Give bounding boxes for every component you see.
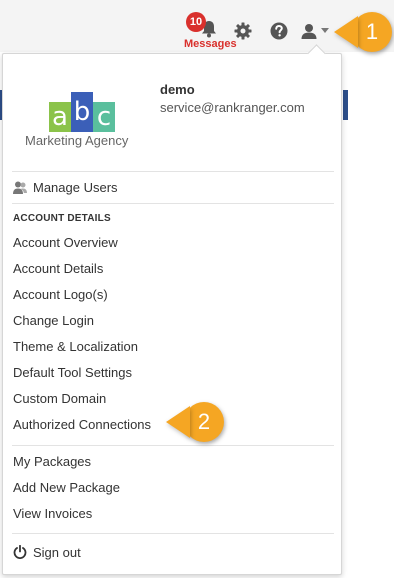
menu-item-manage-users[interactable]: Manage Users	[13, 177, 118, 197]
step-callout-1: 1	[334, 12, 392, 52]
logo-letter-a: a	[49, 102, 71, 132]
menu-item-my-packages[interactable]: My Packages	[13, 451, 91, 471]
logo-letter-b: b	[71, 92, 93, 132]
messages-label[interactable]: Messages	[184, 38, 237, 50]
settings-button[interactable]	[232, 20, 254, 42]
menu-item-label: Sign out	[33, 544, 81, 560]
menu-item-view-invoices[interactable]: View Invoices	[13, 503, 92, 523]
menu-item-default-tool-settings[interactable]: Default Tool Settings	[13, 362, 132, 382]
menu-divider	[12, 445, 334, 446]
menu-item-change-login[interactable]: Change Login	[13, 310, 94, 330]
background-page-edge-right	[343, 90, 348, 120]
account-details-heading: ACCOUNT DETAILS	[13, 213, 111, 224]
menu-item-sign-out[interactable]: Sign out	[13, 542, 81, 562]
callout-number: 1	[352, 12, 392, 52]
user-dropdown-menu: a b c Marketing Agency demo service@rank…	[2, 53, 342, 575]
step-callout-2: 2	[166, 402, 224, 442]
menu-item-custom-domain[interactable]: Custom Domain	[13, 388, 106, 408]
profile-username: demo	[160, 82, 195, 97]
help-button[interactable]	[268, 20, 290, 42]
users-icon	[13, 181, 27, 194]
menu-item-theme-localization[interactable]: Theme & Localization	[13, 336, 138, 356]
menu-item-add-new-package[interactable]: Add New Package	[13, 477, 120, 497]
menu-item-account-overview[interactable]: Account Overview	[13, 232, 118, 252]
logo-letter-c: c	[93, 102, 115, 132]
power-icon	[13, 545, 27, 559]
gear-icon	[234, 22, 252, 40]
user-menu-toggle[interactable]	[300, 20, 330, 42]
user-icon	[301, 24, 317, 39]
callout-number: 2	[184, 402, 224, 442]
menu-item-account-logos[interactable]: Account Logo(s)	[13, 284, 108, 304]
profile-section: a b c Marketing Agency demo service@rank…	[3, 54, 341, 168]
logo-text: Marketing Agency	[25, 133, 129, 148]
menu-item-account-details[interactable]: Account Details	[13, 258, 103, 278]
menu-divider	[12, 171, 334, 172]
notification-count-badge: 10	[186, 12, 206, 32]
caret-down-icon	[321, 28, 329, 33]
notifications-button[interactable]: 10 Messages	[184, 8, 237, 52]
menu-divider	[12, 533, 334, 534]
help-icon	[270, 22, 288, 40]
menu-item-label: Manage Users	[33, 179, 118, 195]
menu-divider	[12, 203, 334, 204]
profile-email: service@rankranger.com	[160, 100, 305, 115]
menu-item-authorized-connections[interactable]: Authorized Connections	[13, 414, 151, 434]
agency-logo: a b c Marketing Agency	[23, 92, 135, 152]
